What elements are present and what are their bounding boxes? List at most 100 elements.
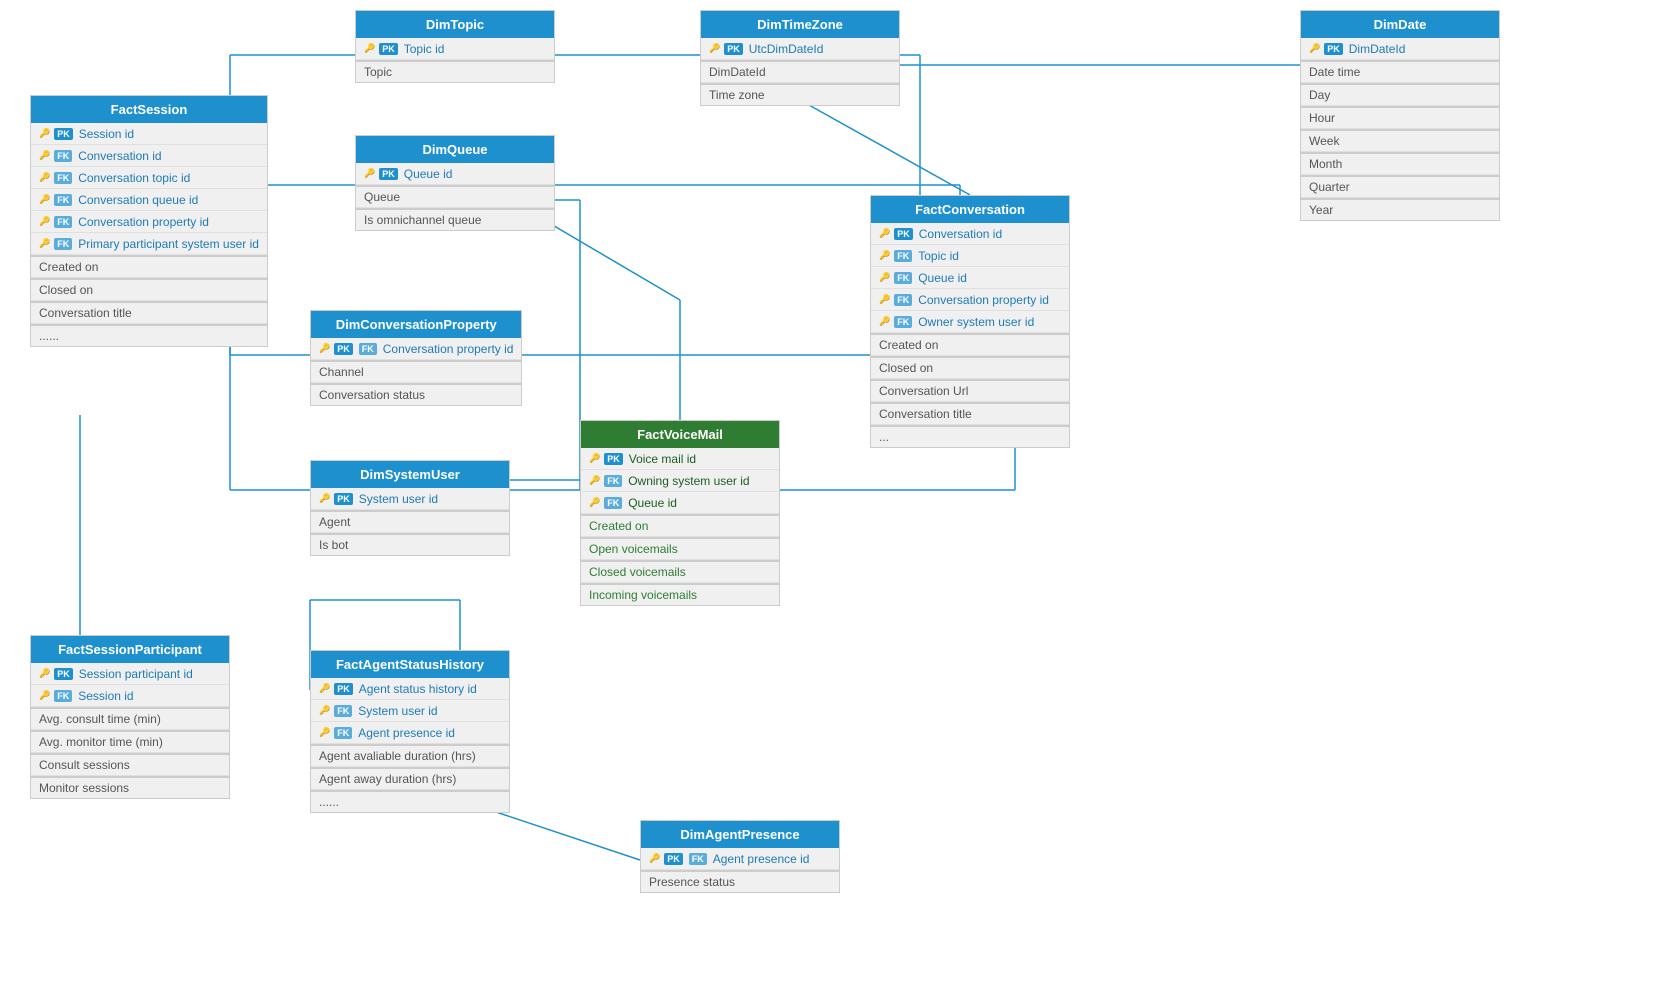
row-label: Conversation property id bbox=[78, 215, 209, 229]
pk-badge: PK bbox=[379, 43, 398, 55]
row-label: Closed voicemails bbox=[589, 565, 686, 579]
table-row: Created on bbox=[31, 255, 267, 278]
table-row: Avg. monitor time (min) bbox=[31, 730, 229, 753]
row-label: Conversation property id bbox=[918, 293, 1049, 307]
row-label: Topic id bbox=[404, 42, 445, 56]
row-label: Queue bbox=[364, 190, 400, 204]
diagram-area: DimTopic🔑PKTopic idTopicDimTimeZone🔑PKUt… bbox=[0, 0, 1667, 994]
row-label: Hour bbox=[1309, 111, 1335, 125]
key-icon: 🔑 bbox=[364, 168, 375, 179]
row-label: Presence status bbox=[649, 875, 735, 889]
table-row: Presence status bbox=[641, 870, 839, 892]
table-factsessionparticipant: FactSessionParticipant🔑PKSession partici… bbox=[30, 635, 230, 799]
table-header-factagentstatushistory: FactAgentStatusHistory bbox=[311, 651, 509, 678]
row-label: UtcDimDateId bbox=[749, 42, 824, 56]
table-row: 🔑FKOwning system user id bbox=[581, 470, 779, 492]
table-header-dimsystemuser: DimSystemUser bbox=[311, 461, 509, 488]
row-label: Date time bbox=[1309, 65, 1360, 79]
row-label: Conversation title bbox=[39, 306, 132, 320]
row-label: Session participant id bbox=[79, 667, 193, 681]
key-icon: 🔑 bbox=[319, 683, 330, 694]
table-dimagentpresence: DimAgentPresence🔑PKFKAgent presence id Pr… bbox=[640, 820, 840, 893]
row-label: Conversation title bbox=[879, 407, 972, 421]
row-label: Conversation queue id bbox=[78, 193, 198, 207]
fk-badge: FK bbox=[604, 497, 622, 509]
fk-badge: FK bbox=[604, 475, 622, 487]
row-label: Topic id bbox=[918, 249, 959, 263]
table-row: Consult sessions bbox=[31, 753, 229, 776]
row-label: DimDateId bbox=[709, 65, 766, 79]
pk-badge: PK bbox=[724, 43, 743, 55]
row-label: Conversation Url bbox=[879, 384, 968, 398]
row-label: Closed on bbox=[879, 361, 933, 375]
table-row: Created on bbox=[581, 514, 779, 537]
row-label: Agent bbox=[319, 515, 350, 529]
table-row: ...... bbox=[31, 324, 267, 346]
row-label: Conversation id bbox=[919, 227, 1002, 241]
pk-badge: PK bbox=[379, 168, 398, 180]
table-row: 🔑PKFKAgent presence id bbox=[641, 848, 839, 870]
key-icon: 🔑 bbox=[39, 150, 50, 161]
table-row: Closed on bbox=[871, 356, 1069, 379]
fk-badge: FK bbox=[894, 250, 912, 262]
table-row: Closed voicemails bbox=[581, 560, 779, 583]
fk-badge: FK bbox=[54, 194, 72, 206]
table-dimconversationproperty: DimConversationProperty🔑PKFKConversation… bbox=[310, 310, 522, 406]
key-icon: 🔑 bbox=[879, 272, 890, 283]
key-icon: 🔑 bbox=[319, 705, 330, 716]
table-header-factsession: FactSession bbox=[31, 96, 267, 123]
table-row: DimDateId bbox=[701, 60, 899, 83]
row-label: Owning system user id bbox=[628, 474, 749, 488]
row-label: Created on bbox=[39, 260, 98, 274]
table-header-dimtopic: DimTopic bbox=[356, 11, 554, 38]
fk-badge: FK bbox=[894, 294, 912, 306]
row-label: Year bbox=[1309, 203, 1333, 217]
row-label: Closed on bbox=[39, 283, 93, 297]
key-icon: 🔑 bbox=[589, 497, 600, 508]
table-row: Is bot bbox=[311, 533, 509, 555]
table-row: 🔑FKConversation topic id bbox=[31, 167, 267, 189]
fk-badge: FK bbox=[54, 238, 72, 250]
table-row: Agent away duration (hrs) bbox=[311, 767, 509, 790]
row-label: Time zone bbox=[709, 88, 765, 102]
fk-badge: FK bbox=[689, 853, 707, 865]
table-row: 🔑FKConversation property id bbox=[31, 211, 267, 233]
key-icon: 🔑 bbox=[39, 128, 50, 139]
table-row: ...... bbox=[311, 790, 509, 812]
table-row: 🔑FKSession id bbox=[31, 685, 229, 707]
table-header-dimconversationproperty: DimConversationProperty bbox=[311, 311, 521, 338]
pk-badge: PK bbox=[334, 683, 353, 695]
table-row: 🔑FKOwner system user id bbox=[871, 311, 1069, 333]
table-header-dimtimezone: DimTimeZone bbox=[701, 11, 899, 38]
table-row: 🔑PKSystem user id bbox=[311, 488, 509, 510]
table-row: Conversation title bbox=[31, 301, 267, 324]
table-factsession: FactSession🔑PKSession id🔑FKConversation … bbox=[30, 95, 268, 347]
table-row: Conversation title bbox=[871, 402, 1069, 425]
table-header-factvoicemail: FactVoiceMail bbox=[581, 421, 779, 448]
row-label: ... bbox=[879, 430, 889, 444]
row-label: Week bbox=[1309, 134, 1339, 148]
table-header-dimqueue: DimQueue bbox=[356, 136, 554, 163]
row-label: Owner system user id bbox=[918, 315, 1034, 329]
pk-badge: PK bbox=[894, 228, 913, 240]
key-icon: 🔑 bbox=[879, 228, 890, 239]
key-icon: 🔑 bbox=[39, 690, 50, 701]
table-row: Is omnichannel queue bbox=[356, 208, 554, 230]
row-label: Session id bbox=[79, 127, 134, 141]
key-icon: 🔑 bbox=[364, 43, 375, 54]
table-header-dimagentpresence: DimAgentPresence bbox=[641, 821, 839, 848]
row-label: Month bbox=[1309, 157, 1342, 171]
row-label: Open voicemails bbox=[589, 542, 678, 556]
row-label: Session id bbox=[78, 689, 133, 703]
table-row: 🔑PKSession id bbox=[31, 123, 267, 145]
table-row: ... bbox=[871, 425, 1069, 447]
row-label: Day bbox=[1309, 88, 1330, 102]
table-row: Incoming voicemails bbox=[581, 583, 779, 605]
fk-badge: FK bbox=[359, 343, 377, 355]
table-row: 🔑FKConversation id bbox=[31, 145, 267, 167]
table-header-factsessionparticipant: FactSessionParticipant bbox=[31, 636, 229, 663]
row-label: System user id bbox=[358, 704, 437, 718]
key-icon: 🔑 bbox=[319, 343, 330, 354]
table-row: 🔑FKConversation queue id bbox=[31, 189, 267, 211]
row-label: Conversation id bbox=[78, 149, 161, 163]
